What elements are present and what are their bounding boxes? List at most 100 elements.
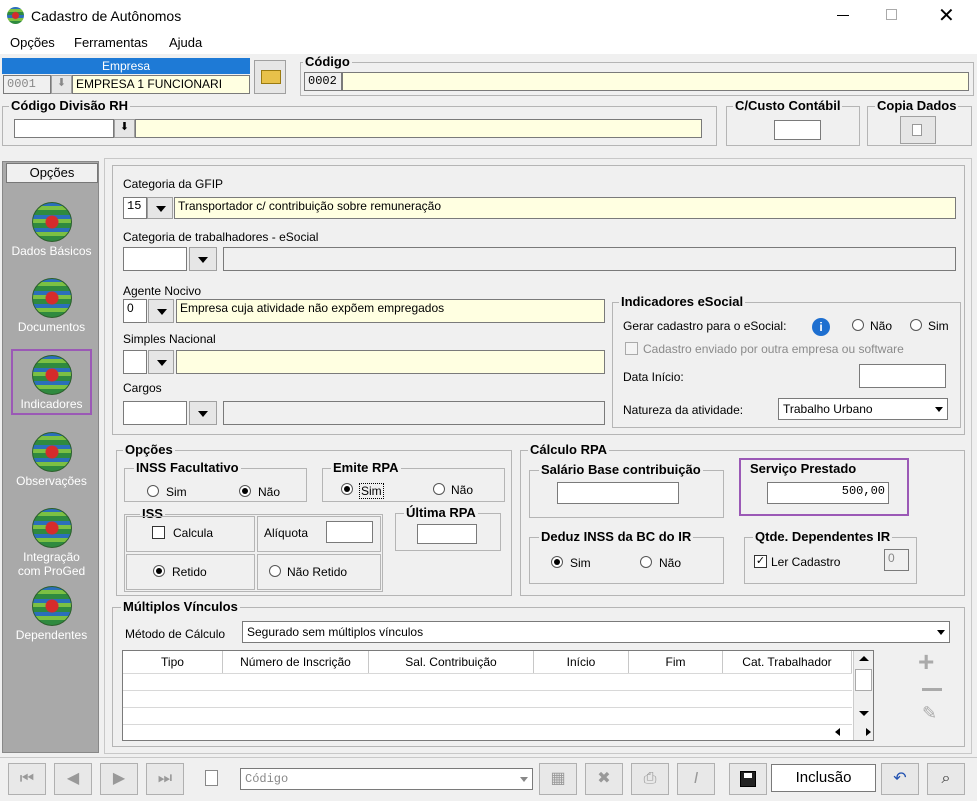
gerar-nao-radio[interactable] (852, 319, 864, 331)
sidebar-item-observacoes[interactable]: Observações (3, 432, 100, 488)
gfip-dropdown-button[interactable] (147, 197, 173, 219)
esocial-cat-code-field[interactable] (123, 247, 187, 271)
copy-button[interactable] (900, 116, 936, 144)
save-button[interactable] (729, 763, 767, 795)
app-icon (7, 7, 24, 24)
prev-record-button[interactable]: ◀ (54, 763, 92, 795)
edit-row-icon[interactable]: ✎ (922, 703, 937, 724)
empresa-lookup-button[interactable]: ⬇ (51, 75, 72, 94)
deduz-title: Deduz INSS da BC do IR (539, 529, 694, 544)
search-combo[interactable]: Código (240, 768, 533, 790)
agente-dropdown-button[interactable] (148, 299, 174, 323)
first-record-button[interactable]: ⏮ (8, 763, 46, 795)
emite-nao-radio[interactable] (433, 483, 445, 495)
gerar-nao-label: Não (870, 319, 893, 333)
next-record-button[interactable]: ▶ (100, 763, 138, 795)
divisao-code-field[interactable] (14, 119, 114, 138)
column-header: Início (534, 651, 629, 673)
simples-code-field[interactable] (123, 350, 147, 374)
esocial-cat-dropdown-button[interactable] (189, 247, 217, 271)
maximize-icon[interactable] (886, 9, 897, 20)
open-folder-button[interactable] (254, 60, 286, 94)
minimize-icon[interactable] (837, 15, 849, 16)
menu-ajuda[interactable]: Ajuda (169, 35, 202, 50)
enviado-label: Cadastro enviado por outra empresa ou so… (643, 342, 904, 356)
table-scrollbar[interactable] (853, 651, 873, 740)
empresa-code-field[interactable]: 0001 (3, 75, 51, 94)
calcula-checkbox[interactable] (152, 526, 165, 539)
esocial-cat-desc-field[interactable] (223, 247, 956, 271)
italic-button[interactable]: I (677, 763, 715, 795)
custo-field[interactable] (774, 120, 821, 140)
metodo-select[interactable]: Segurado sem múltiplos vínculos (242, 621, 950, 643)
agente-desc-field[interactable]: Empresa cuja atividade não expõem empreg… (176, 299, 605, 323)
new-page-icon[interactable] (205, 770, 218, 786)
remove-row-icon[interactable] (922, 688, 942, 691)
simples-label: Simples Nacional (123, 332, 216, 346)
sidebar-item-documentos[interactable]: Documentos (3, 278, 100, 334)
scroll-up-icon[interactable] (859, 656, 869, 661)
indicadores-esocial-title: Indicadores eSocial (619, 294, 746, 309)
simples-desc-field[interactable] (176, 350, 605, 374)
ultima-rpa-field[interactable] (417, 524, 477, 544)
chevron-down-icon (520, 777, 528, 782)
retido-radio[interactable] (153, 565, 165, 577)
agente-code-field[interactable]: 0 (123, 299, 147, 323)
sidebar-item-integracao[interactable]: Integração com ProGed (3, 508, 100, 578)
cargos-code-field[interactable] (123, 401, 187, 425)
gfip-code-field[interactable]: 15 (123, 197, 147, 219)
codigo-field[interactable]: 0002 (304, 72, 342, 91)
simples-dropdown-button[interactable] (148, 350, 174, 374)
menu-opcoes[interactable]: Opções (10, 35, 55, 50)
divisao-desc-field[interactable] (135, 119, 702, 138)
natureza-label: Natureza da atividade: (623, 403, 744, 417)
globe-icon (31, 586, 72, 626)
hscroll-left-icon[interactable] (835, 728, 840, 736)
deduz-nao-radio[interactable] (640, 556, 652, 568)
nao-retido-radio[interactable] (269, 565, 281, 577)
menu-ferramentas[interactable]: Ferramentas (74, 35, 148, 50)
deduz-sim-radio[interactable] (551, 556, 563, 568)
metodo-label: Método de Cálculo (125, 627, 226, 641)
sidebar-item-indicadores[interactable]: Indicadores (11, 349, 92, 415)
inss-nao-radio[interactable] (239, 485, 251, 497)
aliquota-field[interactable] (326, 521, 373, 543)
add-row-icon[interactable]: + (918, 646, 934, 678)
close-icon[interactable]: ✕ (938, 3, 955, 28)
gfip-desc-field[interactable]: Transportador c/ contribuição sobre remu… (174, 197, 956, 219)
globe-icon (31, 355, 72, 395)
dependentes-ir-field[interactable]: 0 (884, 549, 909, 571)
cargos-desc-field[interactable] (223, 401, 605, 425)
divisao-lookup-button[interactable]: ⬇ (114, 119, 135, 138)
info-icon[interactable]: i (812, 318, 830, 336)
report-button[interactable]: ▦ (539, 763, 577, 795)
print-button[interactable]: ⎙ (631, 763, 669, 795)
salario-field[interactable] (557, 482, 679, 504)
copy-icon (912, 124, 922, 136)
scroll-down-icon[interactable] (859, 711, 869, 716)
multiplos-title: Múltiplos Vínculos (121, 599, 240, 614)
undo-button[interactable]: ↶ (881, 763, 919, 795)
search-binoculars-button[interactable]: ⌕ (927, 763, 965, 795)
emite-sim-radio[interactable] (341, 483, 353, 495)
dependentes-ir-title: Qtde. Dependentes IR (753, 529, 893, 544)
empresa-name-field[interactable]: EMPRESA 1 FUNCIONARI (72, 75, 250, 94)
codigo-desc-field[interactable] (342, 72, 969, 91)
enviado-checkbox[interactable] (625, 342, 638, 355)
trash-button[interactable]: ✖ (585, 763, 623, 795)
inss-sim-radio[interactable] (147, 485, 159, 497)
chevron-down-icon (937, 630, 945, 635)
sidebar-item-dados-basicos[interactable]: Dados Básicos (3, 202, 100, 258)
ler-cadastro-checkbox[interactable]: ✓ (754, 555, 767, 568)
sidebar-item-dependentes[interactable]: Dependentes (3, 586, 100, 642)
scroll-thumb[interactable] (855, 669, 872, 691)
hscroll-right-icon[interactable] (866, 728, 871, 736)
gerar-sim-radio[interactable] (910, 319, 922, 331)
natureza-select[interactable]: Trabalho Urbano (778, 398, 948, 420)
data-inicio-field[interactable] (859, 364, 946, 388)
aliquota-label: Alíquota (264, 526, 309, 540)
bottom-toolbar: ⏮ ◀ ▶ ⏭ Código ▦ ✖ ⎙ I Inclusão ↶ ⌕ (0, 757, 977, 801)
last-record-button[interactable]: ⏭ (146, 763, 184, 795)
cargos-dropdown-button[interactable] (189, 401, 217, 425)
servico-field[interactable]: 500,00 (767, 482, 889, 504)
